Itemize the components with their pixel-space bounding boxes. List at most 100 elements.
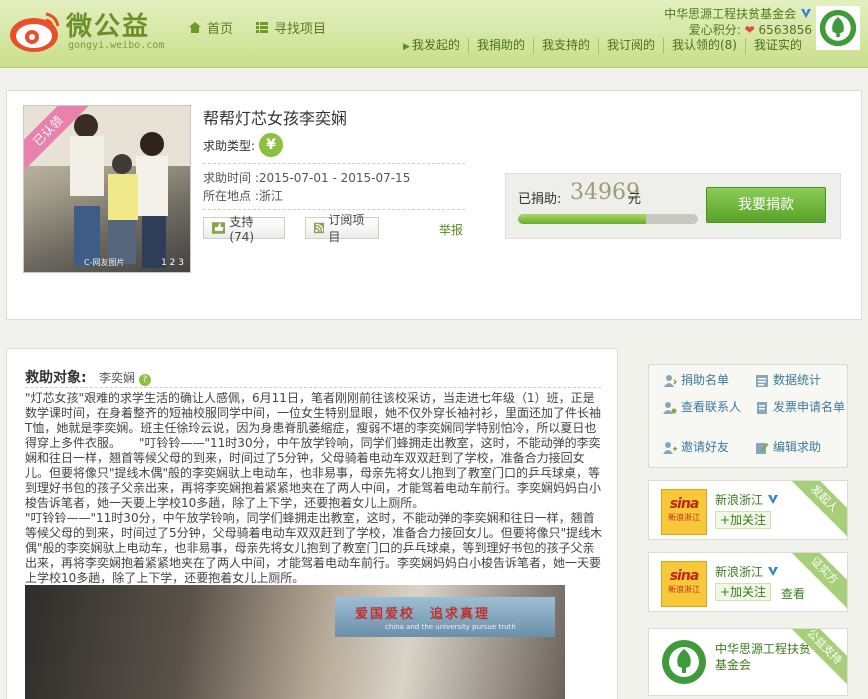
project-type: 求助类型: ¥ bbox=[203, 133, 284, 157]
stats-icon bbox=[756, 375, 768, 387]
partner-name[interactable]: 新浪浙江 bbox=[715, 563, 779, 580]
sidebar-links: 捐助名单 数据统计 查看联系人 发票申请名单 邀请好友 编辑求助 bbox=[648, 364, 848, 468]
story-photo[interactable]: 爱国爱校 追求真理 china and the university pursu… bbox=[25, 585, 565, 699]
sina-zhejiang-logo[interactable]: sina 新浪浙江 bbox=[661, 489, 707, 535]
sidebar-invoice-list-label: 发票申请名单 bbox=[773, 400, 846, 414]
sidebar-invoice-list[interactable]: 发票申请名单 bbox=[755, 400, 847, 415]
project-place: 所在地点 :浙江 bbox=[203, 187, 283, 205]
subnav-subscribed[interactable]: 我订阅的 bbox=[597, 38, 663, 54]
partner-name-text: 新浪浙江 bbox=[715, 493, 764, 507]
project-place-value: :浙江 bbox=[254, 189, 283, 203]
user-org-name[interactable]: 中华思源工程扶贫基金会 bbox=[664, 7, 796, 21]
sina-logo-text: sina bbox=[669, 496, 700, 512]
user-info: 中华思源工程扶贫基金会 爱心积分: ❤ 6563856 bbox=[664, 6, 812, 38]
rss-icon bbox=[314, 222, 325, 234]
user-icon bbox=[664, 375, 677, 387]
header: 微公益 gongyi.weibo.com 首页 寻找项目 中华思源工程扶贫基金会… bbox=[0, 0, 868, 68]
story-paragraph: "叮铃铃——"11时30分，中午放学铃响，同学们蜂拥走出教室，这时，不能动弹的李… bbox=[25, 511, 603, 585]
partner-charity-support: 中华思源工程扶贫基金会 公益支持 bbox=[648, 628, 848, 696]
partner-initiator: sina 新浪浙江 新浪浙江 +加关注 发起人 bbox=[648, 480, 848, 540]
home-icon bbox=[189, 22, 201, 33]
donation-progress-fill bbox=[518, 214, 646, 224]
project-place-label: 所在地点 bbox=[203, 189, 252, 203]
verified-v-icon bbox=[801, 9, 811, 18]
donate-button[interactable]: 我要捐款 bbox=[706, 187, 826, 223]
project-time: 求助时间 :2015-07-01 - 2015-07-15 bbox=[203, 169, 410, 187]
love-score: 爱心积分: ❤ 6563856 bbox=[664, 22, 812, 38]
invoice-icon bbox=[757, 402, 767, 414]
sina-logo-text: sina bbox=[669, 568, 700, 584]
sina-zhejiang-logo[interactable]: sina 新浪浙江 bbox=[661, 561, 707, 607]
partner-name[interactable]: 新浪浙江 bbox=[715, 491, 779, 508]
invite-icon bbox=[663, 442, 677, 454]
sidebar-view-contact[interactable]: 查看联系人 bbox=[663, 400, 741, 415]
sina-logo-subtext: 新浪浙江 bbox=[668, 513, 700, 522]
photo-pager[interactable]: 1 2 3 bbox=[161, 258, 184, 268]
love-score-value: 6563856 bbox=[758, 23, 812, 37]
project-card: 已认领 C-网友图片 1 2 3 帮帮灯芯女孩李奕娴 求助类型: ¥ 求助时间 … bbox=[6, 90, 862, 320]
partner-name[interactable]: 中华思源工程扶贫基金会 bbox=[715, 641, 815, 673]
sina-logo-subtext: 新浪浙江 bbox=[668, 585, 700, 594]
donated-unit: 元 bbox=[628, 192, 642, 207]
subnav-verified-label: 我证实的 bbox=[753, 38, 802, 52]
question-icon[interactable]: ? bbox=[138, 374, 151, 386]
support-label: 支持(74) bbox=[229, 214, 255, 244]
report-link[interactable]: 举报 bbox=[439, 221, 463, 238]
subscribe-button[interactable]: 订阅项目 bbox=[305, 213, 379, 244]
subnav-supported[interactable]: 我支持的 bbox=[532, 38, 598, 54]
subnav-verified[interactable]: 我证实的 bbox=[744, 38, 810, 54]
subnav-initiated-label: 我发起的 bbox=[411, 38, 460, 52]
donation-progress-bar bbox=[518, 214, 698, 224]
story-text: "灯芯女孩"艰难的求学生活的确让人感佩，6月11日，笔者刚刚前往该校采访，当走进… bbox=[25, 391, 603, 586]
rescue-target-name: 李奕娴 ? bbox=[99, 369, 151, 386]
partner-name-text: 新浪浙江 bbox=[715, 565, 764, 579]
follow-button[interactable]: +加关注 bbox=[715, 511, 772, 529]
project-time-label: 求助时间 bbox=[203, 171, 252, 185]
money-type-icon: ¥ bbox=[259, 133, 284, 157]
project-type-label: 求助类型: bbox=[203, 138, 256, 153]
sidebar-invite-friends[interactable]: 邀请好友 bbox=[663, 440, 729, 455]
subnav-supported-label: 我支持的 bbox=[541, 38, 590, 52]
foundation-logo[interactable] bbox=[661, 639, 707, 685]
list-icon bbox=[256, 22, 269, 33]
thumb-up-icon bbox=[212, 222, 226, 234]
sidebar-statistics[interactable]: 数据统计 bbox=[755, 373, 821, 388]
subnav-initiated[interactable]: ▶ 我发起的 bbox=[395, 38, 468, 54]
subnav-donated[interactable]: 我捐助的 bbox=[467, 38, 533, 54]
subscribe-label: 订阅项目 bbox=[328, 213, 365, 244]
subnav-claimed[interactable]: 我认领的(8) bbox=[662, 38, 745, 54]
contact-icon bbox=[663, 402, 677, 414]
user-subnav: ▶ 我发起的 我捐助的 我支持的 我订阅的 我认领的(8) 我证实的 bbox=[395, 38, 810, 54]
subnav-subscribed-label: 我订阅的 bbox=[606, 38, 655, 52]
sidebar-donor-list[interactable]: 捐助名单 bbox=[663, 373, 729, 388]
rescue-heading: 救助对象: bbox=[25, 370, 87, 386]
love-score-label: 爱心积分: bbox=[688, 23, 741, 37]
subnav-donated-label: 我捐助的 bbox=[476, 38, 525, 52]
weibo-eye-icon bbox=[10, 12, 60, 52]
sidebar-donor-list-label: 捐助名单 bbox=[681, 373, 730, 387]
divider bbox=[25, 387, 601, 388]
school-banner-text: 爱国爱校 追求真理 bbox=[355, 607, 491, 622]
top-navigation: 首页 寻找项目 bbox=[188, 18, 326, 37]
nav-home[interactable]: 首页 bbox=[188, 18, 233, 37]
nav-find-projects-label: 寻找项目 bbox=[274, 22, 327, 37]
verified-v-icon bbox=[767, 567, 778, 576]
sidebar-edit-request[interactable]: 编辑求助 bbox=[755, 440, 821, 455]
user-avatar[interactable] bbox=[816, 6, 860, 50]
project-photo[interactable]: 已认领 C-网友图片 1 2 3 bbox=[23, 105, 191, 273]
sidebar-statistics-label: 数据统计 bbox=[773, 373, 822, 387]
subnav-claimed-label: 我认领的(8) bbox=[671, 38, 737, 52]
support-button[interactable]: 支持(74) bbox=[203, 215, 285, 244]
sidebar-view-contact-label: 查看联系人 bbox=[681, 400, 742, 414]
school-banner-subtext: china and the university pursue truth bbox=[385, 623, 516, 631]
story-paragraph: "灯芯女孩"艰难的求学生活的确让人感佩，6月11日，笔者刚刚前往该校采访，当走进… bbox=[25, 391, 602, 510]
divider bbox=[203, 209, 465, 210]
weibo-gongyi-logo[interactable]: 微公益 gongyi.weibo.com bbox=[8, 6, 168, 56]
donated-label: 已捐助: bbox=[518, 192, 562, 207]
view-link[interactable]: 查看 bbox=[781, 585, 805, 602]
follow-button[interactable]: +加关注 bbox=[715, 583, 772, 601]
heart-icon: ❤ bbox=[744, 23, 755, 37]
nav-find-projects[interactable]: 寻找项目 bbox=[255, 18, 326, 37]
photo-credit: C-网友图片 bbox=[84, 258, 125, 267]
initiator-corner-badge: 发起人 bbox=[785, 481, 847, 538]
